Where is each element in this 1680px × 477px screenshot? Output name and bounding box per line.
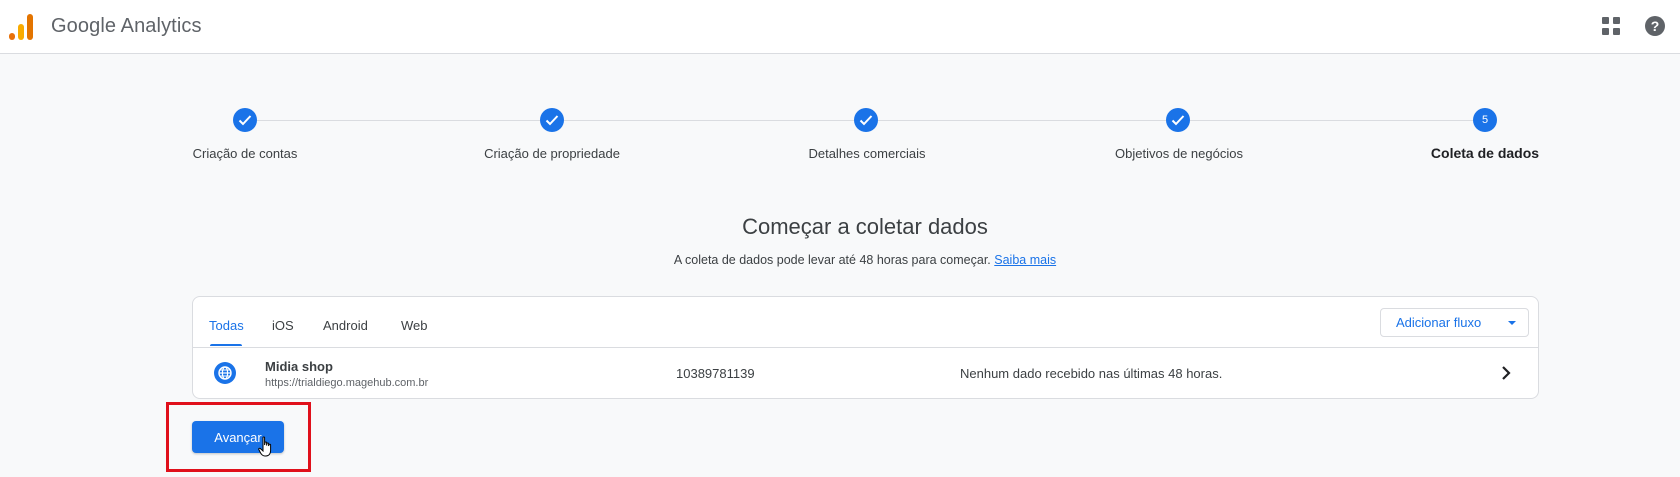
help-icon[interactable]: ?: [1645, 16, 1665, 36]
tab-ios[interactable]: iOS: [272, 318, 294, 333]
analytics-logo-icon[interactable]: [9, 12, 35, 40]
add-stream-label: Adicionar fluxo: [1396, 315, 1482, 330]
step-label-criacao-contas: Criação de contas: [192, 146, 298, 161]
step-connector: [878, 120, 1166, 121]
hand-cursor-icon: [258, 436, 272, 457]
check-icon: [1166, 108, 1190, 132]
check-icon: [854, 108, 878, 132]
add-stream-button[interactable]: Adicionar fluxo: [1380, 308, 1529, 337]
learn-more-link[interactable]: Saiba mais: [994, 253, 1056, 267]
app-title[interactable]: Google Analytics: [51, 15, 202, 38]
top-app-bar: Google Analytics ?: [0, 0, 1680, 54]
page-subtitle: A coleta de dados pode levar até 48 hora…: [0, 253, 1680, 267]
globe-icon: [214, 362, 236, 384]
tab-indicator: [210, 344, 242, 346]
subtitle-text: A coleta de dados pode levar até 48 hora…: [673, 253, 991, 267]
step-connector: [257, 120, 540, 121]
check-icon: [233, 108, 257, 132]
tab-android[interactable]: Android: [323, 318, 368, 333]
stream-id: 10389781139: [676, 366, 755, 381]
stream-url: https://trialdiego.magehub.com.br: [265, 377, 429, 389]
page-title: Começar a coletar dados: [742, 214, 988, 239]
tab-todas[interactable]: Todas: [209, 318, 244, 333]
step-label-coleta-dados: Coleta de dados: [1430, 145, 1540, 161]
apps-grid-icon[interactable]: [1602, 17, 1621, 36]
step-connector: [564, 120, 854, 121]
step-label-criacao-propriedade: Criação de propriedade: [484, 146, 620, 161]
stream-name: Midia shop: [265, 359, 333, 374]
caret-down-icon: [1508, 321, 1516, 325]
step-number: 5: [1473, 108, 1497, 132]
stream-row[interactable]: Midia shop https://trialdiego.magehub.co…: [193, 348, 1538, 399]
check-icon: [540, 108, 564, 132]
highlight-annotation: [166, 402, 311, 472]
step-connector: [1190, 120, 1482, 121]
data-streams-card: Todas iOS Android Web Adicionar fluxo Mi…: [192, 296, 1539, 399]
chevron-right-icon[interactable]: [1501, 365, 1511, 381]
stream-status: Nenhum dado recebido nas últimas 48 hora…: [960, 366, 1223, 381]
step-label-detalhes-comerciais: Detalhes comerciais: [808, 146, 926, 161]
tab-web[interactable]: Web: [401, 318, 428, 333]
step-label-objetivos: Objetivos de negócios: [1115, 146, 1243, 161]
